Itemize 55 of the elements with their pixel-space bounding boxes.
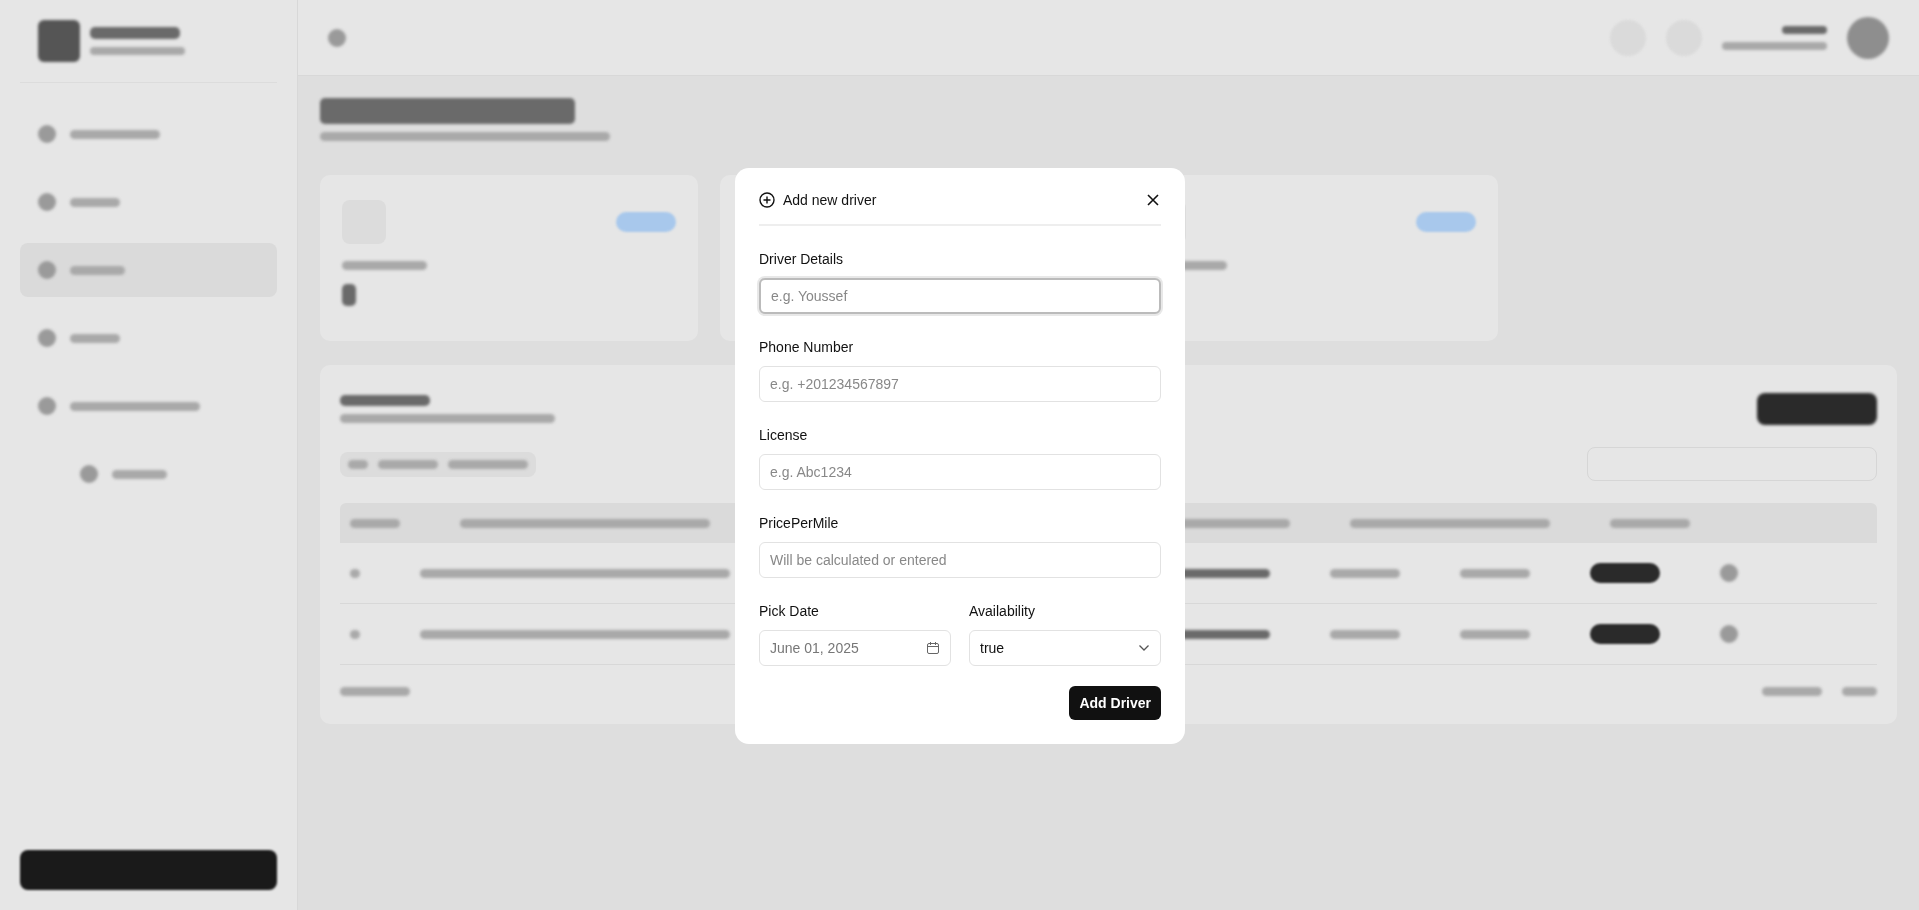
dialog-title: Add new driver: [783, 192, 878, 208]
field-label: Driver Details: [759, 251, 843, 267]
blurred-icon: [38, 261, 56, 279]
blurred-text: [350, 568, 360, 578]
blurred-text: [348, 459, 368, 469]
stat-badge: [616, 212, 676, 232]
add-driver-button[interactable]: [1757, 393, 1877, 425]
date-field[interactable]: June 01, 2025: [759, 630, 951, 666]
logo-icon: [38, 20, 80, 62]
field-label: License: [759, 427, 808, 443]
field-label: PricePerMile: [759, 515, 839, 531]
blurred-icon: [1720, 625, 1738, 643]
input-field[interactable]: e.g. +201234567897: [759, 366, 1161, 402]
plus-circle-icon: [759, 192, 775, 208]
blurred-icon: [328, 28, 346, 47]
field-label: Pick Date: [759, 603, 819, 619]
close-button[interactable]: [1145, 192, 1161, 208]
filter-tabs[interactable]: [340, 451, 536, 477]
blurred-text: [350, 629, 360, 639]
blurred-text: [1782, 25, 1827, 34]
calendar-icon: [926, 641, 940, 655]
blurred-text: [1460, 568, 1530, 578]
blurred-text: [112, 469, 167, 479]
blurred-text: [350, 518, 400, 528]
blurred-text: [70, 265, 125, 275]
input-field[interactable]: e.g. Youssef: [759, 278, 1161, 314]
blurred-icon: [38, 329, 56, 347]
status-badge: [1590, 624, 1660, 644]
blurred-icon: [1720, 564, 1738, 582]
blurred-text: [1330, 629, 1400, 639]
blurred-icon: [38, 193, 56, 211]
add-driver-button[interactable]: Add Driver: [1069, 686, 1161, 720]
input-field[interactable]: e.g. Abc1234: [759, 454, 1161, 490]
blurred-text: [1842, 687, 1877, 696]
availability-select[interactable]: true: [969, 630, 1161, 666]
field-label: Phone Number: [759, 339, 854, 355]
blurred-text: [1460, 629, 1530, 639]
stat-badge: [1416, 212, 1476, 232]
blurred-text: [70, 197, 120, 207]
blurred-icon: [80, 465, 98, 483]
logout-button[interactable]: [20, 850, 277, 890]
blurred-text: [1762, 687, 1822, 696]
blurred-text: [1330, 568, 1400, 578]
sidebar-item[interactable]: [20, 243, 277, 297]
input-field[interactable]: Will be calculated or entered: [759, 542, 1161, 578]
blurred-text: [378, 459, 438, 469]
blurred-text: [342, 284, 356, 306]
field-label: Availability: [969, 603, 1035, 619]
blurred-text: [70, 333, 120, 343]
avatar: [1847, 16, 1889, 59]
chevron-down-icon: [1138, 644, 1150, 652]
blurred-text: [340, 687, 410, 696]
blurred-icon: [38, 125, 56, 143]
blurred-icon: [38, 397, 56, 415]
status-badge: [1590, 563, 1660, 583]
